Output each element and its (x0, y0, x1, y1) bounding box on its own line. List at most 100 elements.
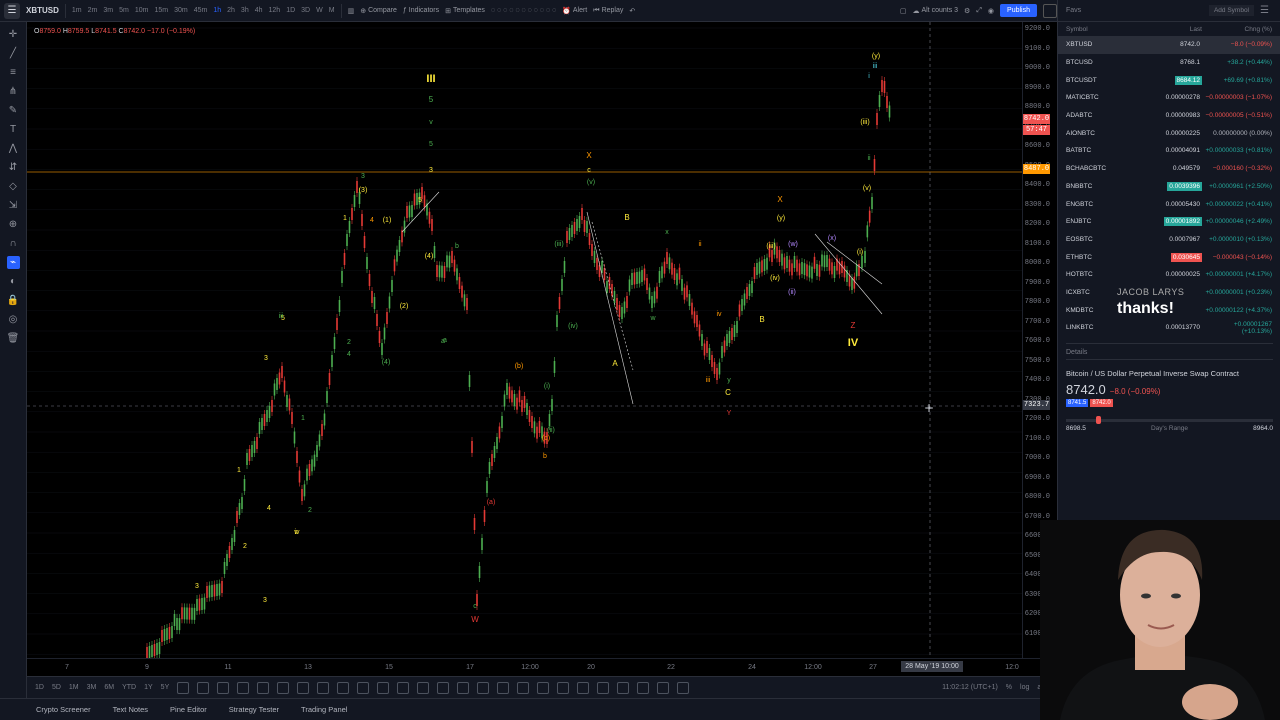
timeframe-10m[interactable]: 10m (135, 7, 149, 14)
timeframe-45m[interactable]: 45m (194, 7, 208, 14)
drawing-tool-icon[interactable] (577, 681, 590, 694)
timeframe-1m[interactable]: 1m (72, 7, 82, 14)
drawing-tool-icon[interactable] (457, 681, 470, 694)
timeframe-12h[interactable]: 12h (269, 7, 281, 14)
pattern-icon[interactable]: ⋀ (7, 142, 20, 155)
crosshair-icon[interactable]: ✛ (7, 28, 20, 41)
timeframe-2m[interactable]: 2m (88, 7, 98, 14)
bar-style-button[interactable]: ▥ (348, 7, 355, 15)
watchlist-row[interactable]: BTCUSD 8768.1 +38.2 (+0.44%) (1058, 54, 1280, 72)
drawing-tool-icon[interactable] (557, 681, 570, 694)
range-5D[interactable]: 5D (52, 684, 61, 691)
timeframe-2h[interactable]: 2h (227, 7, 235, 14)
tab-strategy-tester[interactable]: Strategy Tester (229, 705, 279, 714)
watchlist-row[interactable]: BTCUSDT 8684.12 +69.69 (+0.81%) (1058, 71, 1280, 89)
watchlist-row[interactable]: EOSBTC 0.0007967 +0.0000010 (+0.13%) (1058, 231, 1280, 249)
hamburger-icon[interactable]: ☰ (1260, 5, 1272, 16)
watchlist-title[interactable]: Favs (1066, 7, 1203, 14)
watchlist-row[interactable]: ADABTC 0.00000983 −0.00000005 (−0.51%) (1058, 107, 1280, 125)
utc-clock[interactable]: 11:02:12 (UTC+1) (942, 684, 998, 691)
range-1D[interactable]: 1D (35, 684, 44, 691)
timeframe-1D[interactable]: 1D (286, 7, 295, 14)
drawing-tool-icon[interactable] (337, 681, 350, 694)
symbol-search[interactable]: XBTUSD (26, 6, 59, 15)
log-toggle[interactable]: log (1020, 684, 1029, 691)
range-1M[interactable]: 1M (69, 684, 79, 691)
details-title[interactable]: Details (1066, 343, 1273, 360)
layout-buttons[interactable]: ◌ ◌ ◌ ◌ ◌ ◌ ◌ ◌ ◌ ◌ ◌ (491, 7, 556, 14)
replay-button[interactable]: ⏮ Replay (593, 7, 623, 15)
indicators-button[interactable]: ƒ Indicators (403, 7, 439, 14)
tab-text-notes[interactable]: Text Notes (113, 705, 148, 714)
compare-button[interactable]: ⊕ Compare (360, 7, 397, 15)
timeframe-3h[interactable]: 3h (241, 7, 249, 14)
drawing-tool-icon[interactable] (617, 681, 630, 694)
lock-icon[interactable]: 🔒 (7, 294, 20, 307)
timeframe-M[interactable]: M (329, 7, 335, 14)
column-change[interactable]: Chng (%) (1202, 26, 1272, 33)
range-calendar-icon[interactable] (177, 681, 190, 694)
timeframe-3m[interactable]: 3m (103, 7, 113, 14)
timeframe-30m[interactable]: 30m (174, 7, 188, 14)
watchlist-row[interactable]: ENGBTC 0.00005430 +0.00000022 (+0.41%) (1058, 195, 1280, 213)
drawing-tool-icon[interactable] (597, 681, 610, 694)
publish-button[interactable]: Publish (1000, 4, 1037, 17)
range-6M[interactable]: 6M (104, 684, 114, 691)
watchlist-row[interactable]: ETHBTC 0.030645 −0.000043 (−0.14%) (1058, 248, 1280, 266)
alert-button[interactable]: ⏰ Alert (562, 7, 587, 15)
drawing-tool-icon[interactable] (237, 681, 250, 694)
horizontal-lines-icon[interactable]: ≡ (7, 66, 20, 79)
trash-icon[interactable]: 🗑 (7, 332, 20, 345)
column-last[interactable]: Last (1128, 26, 1202, 33)
timeframe-3D[interactable]: 3D (301, 7, 310, 14)
text-icon[interactable]: T (7, 123, 20, 136)
timeframe-1h[interactable]: 1h (213, 7, 221, 14)
range-5Y[interactable]: 5Y (161, 684, 170, 691)
eye-icon[interactable]: ◐ (7, 275, 20, 288)
tab-pine-editor[interactable]: Pine Editor (170, 705, 207, 714)
measure-icon[interactable]: ⇲ (7, 199, 20, 212)
menu-icon[interactable]: ☰ (4, 2, 20, 19)
drawing-tool-icon[interactable] (537, 681, 550, 694)
timeframe-4h[interactable]: 4h (255, 7, 263, 14)
camera-icon[interactable]: ◉ (988, 7, 994, 15)
alt-counts-button[interactable]: ☁ Alt counts 3 (912, 7, 958, 15)
tab-crypto-screener[interactable]: Crypto Screener (36, 705, 91, 714)
zoom-icon[interactable]: ⊕ (7, 218, 20, 231)
watchlist-row[interactable]: AIONBTC 0.00000225 0.00000000 (0.00%) (1058, 124, 1280, 142)
watchlist-row[interactable]: BATBTC 0.00004091 +0.00000033 (+0.81%) (1058, 142, 1280, 160)
range-3M[interactable]: 3M (87, 684, 97, 691)
templates-button[interactable]: ⊞ Templates (445, 7, 485, 15)
price-chart[interactable]: III 5 v 5 3 3 (3) 1 (1) 4 5 (4) (2) 2 b a Xc (v) B (iii) (iv… (27, 22, 1022, 658)
drawing-tool-icon[interactable] (417, 681, 430, 694)
layout-square-icon[interactable]: ▢ (900, 7, 907, 15)
drawing-tool-icon[interactable] (377, 681, 390, 694)
elliott-wave-icon[interactable]: ⌁ (6, 256, 20, 269)
drawing-tool-icon[interactable] (317, 681, 330, 694)
fullscreen-button[interactable] (1043, 3, 1057, 18)
drawing-tool-icon[interactable] (497, 681, 510, 694)
prediction-icon[interactable]: ⇵ (7, 161, 20, 174)
watchlist-row[interactable]: BCHABCBTC 0.049579 −0.000160 (−0.32%) (1058, 160, 1280, 178)
drawing-tool-icon[interactable] (637, 681, 650, 694)
brush-icon[interactable]: ✎ (7, 104, 20, 117)
undo-button[interactable]: ↶ (629, 7, 635, 15)
drawing-tool-icon[interactable] (397, 681, 410, 694)
trend-line-icon[interactable]: ╱ (7, 47, 20, 60)
timeframe-5m[interactable]: 5m (119, 7, 129, 14)
range-1Y[interactable]: 1Y (144, 684, 153, 691)
watchlist-row[interactable]: HOTBTC 0.00000025 +0.00000001 (+4.17%) (1058, 266, 1280, 284)
visibility-icon[interactable]: ◎ (7, 313, 20, 326)
drawing-tool-icon[interactable] (677, 681, 690, 694)
drawing-tool-icon[interactable] (517, 681, 530, 694)
magnet-icon[interactable]: ∩ (7, 237, 20, 250)
drawing-tool-icon[interactable] (197, 681, 210, 694)
watchlist-row[interactable]: XBTUSD 8742.0 −8.0 (−0.09%) (1058, 36, 1280, 54)
drawing-tool-icon[interactable] (477, 681, 490, 694)
add-symbol-button[interactable]: Add Symbol (1208, 5, 1254, 16)
drawing-tool-icon[interactable] (257, 681, 270, 694)
tab-trading-panel[interactable]: Trading Panel (301, 705, 347, 714)
drawing-tool-icon[interactable] (277, 681, 290, 694)
watchlist-row[interactable]: MATICBTC 0.00000278 −0.00000003 (−1.07%) (1058, 89, 1280, 107)
pitchfork-icon[interactable]: ⋔ (7, 85, 20, 98)
